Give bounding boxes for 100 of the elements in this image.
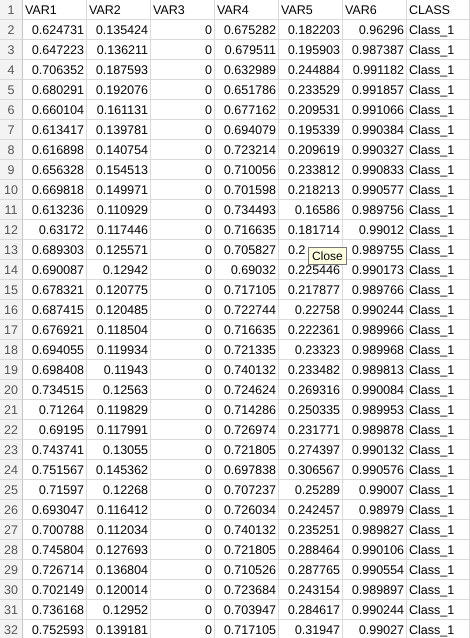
- row-number[interactable]: 8: [0, 140, 23, 160]
- table-cell: 0: [151, 580, 215, 600]
- column-header-cell: VAR4: [215, 0, 279, 20]
- table-cell: 0.99012: [343, 220, 407, 240]
- row-number[interactable]: 12: [0, 220, 23, 240]
- row-number[interactable]: 22: [0, 420, 23, 440]
- table-cell: 0.96296: [343, 20, 407, 40]
- row-number[interactable]: 29: [0, 560, 23, 580]
- table-cell: 0.218213: [279, 180, 343, 200]
- table-cell: 0.736168: [23, 600, 87, 620]
- table-cell: 0: [151, 60, 215, 80]
- row-number[interactable]: 21: [0, 400, 23, 420]
- row-number[interactable]: 20: [0, 380, 23, 400]
- table-cell: 0.181714: [279, 220, 343, 240]
- table-cell: 0.613417: [23, 120, 87, 140]
- row-number[interactable]: 31: [0, 600, 23, 620]
- table-cell: 0.734493: [215, 200, 279, 220]
- row-number[interactable]: 27: [0, 520, 23, 540]
- row-number[interactable]: 2: [0, 20, 23, 40]
- table-cell: Class_1: [407, 620, 470, 638]
- table-cell: 0.135424: [87, 20, 151, 40]
- table-cell: 0: [151, 360, 215, 380]
- table-cell: 0.710526: [215, 560, 279, 580]
- table-cell: 0.12952: [87, 600, 151, 620]
- table-cell: Class_1: [407, 40, 470, 60]
- table-cell: 0: [151, 200, 215, 220]
- table-cell: 0: [151, 460, 215, 480]
- row-number[interactable]: 28: [0, 540, 23, 560]
- table-cell: 0.675282: [215, 20, 279, 40]
- table-cell: 0.702149: [23, 580, 87, 600]
- row-number[interactable]: 24: [0, 460, 23, 480]
- table-cell: 0.989966: [343, 320, 407, 340]
- row-number[interactable]: 4: [0, 60, 23, 80]
- table-cell: 0.707237: [215, 480, 279, 500]
- table-cell: 0.705827: [215, 240, 279, 260]
- table-cell: Class_1: [407, 260, 470, 280]
- row-number[interactable]: 30: [0, 580, 23, 600]
- row-number[interactable]: 14: [0, 260, 23, 280]
- row-number[interactable]: 23: [0, 440, 23, 460]
- table-cell: 0.632989: [215, 60, 279, 80]
- table-cell: 0.23323: [279, 340, 343, 360]
- table-cell: Class_1: [407, 60, 470, 80]
- table-cell: Class_1: [407, 600, 470, 620]
- table-cell: 0: [151, 80, 215, 100]
- row-number[interactable]: 3: [0, 40, 23, 60]
- table-cell: Class_1: [407, 140, 470, 160]
- table-cell: 0.990384: [343, 120, 407, 140]
- table-cell: 0.69195: [23, 420, 87, 440]
- table-cell: 0.231771: [279, 420, 343, 440]
- table-cell: 0.679511: [215, 40, 279, 60]
- column-header-cell: VAR3: [151, 0, 215, 20]
- column-header-cell: VAR1: [23, 0, 87, 20]
- table-cell: 0.660104: [23, 100, 87, 120]
- row-number[interactable]: 25: [0, 480, 23, 500]
- table-cell: 0.250335: [279, 400, 343, 420]
- row-number[interactable]: 7: [0, 120, 23, 140]
- table-cell: Class_1: [407, 460, 470, 480]
- row-number[interactable]: 1: [0, 0, 23, 20]
- table-cell: 0.697838: [215, 460, 279, 480]
- table-cell: Class_1: [407, 160, 470, 180]
- row-number[interactable]: 16: [0, 300, 23, 320]
- table-cell: 0.98979: [343, 500, 407, 520]
- table-cell: 0.209531: [279, 100, 343, 120]
- table-cell: 0.120775: [87, 280, 151, 300]
- table-cell: 0.651786: [215, 80, 279, 100]
- row-number[interactable]: 26: [0, 500, 23, 520]
- row-number[interactable]: 10: [0, 180, 23, 200]
- table-cell: 0.117446: [87, 220, 151, 240]
- table-cell: 0.990554: [343, 560, 407, 580]
- table-cell: 0.703947: [215, 600, 279, 620]
- table-cell: 0.990084: [343, 380, 407, 400]
- table-cell: 0.242457: [279, 500, 343, 520]
- table-cell: Class_1: [407, 520, 470, 540]
- row-number[interactable]: 19: [0, 360, 23, 380]
- table-cell: 0.233482: [279, 360, 343, 380]
- table-cell: 0.624731: [23, 20, 87, 40]
- table-cell: 0.16586: [279, 200, 343, 220]
- table-cell: 0: [151, 140, 215, 160]
- row-number[interactable]: 15: [0, 280, 23, 300]
- table-cell: 0.288464: [279, 540, 343, 560]
- row-number[interactable]: 18: [0, 340, 23, 360]
- table-cell: 0.698408: [23, 360, 87, 380]
- table-cell: 0.12942: [87, 260, 151, 280]
- row-number[interactable]: 32: [0, 620, 23, 638]
- column-header-cell: VAR2: [87, 0, 151, 20]
- row-number[interactable]: 11: [0, 200, 23, 220]
- table-cell: 0.734515: [23, 380, 87, 400]
- table-cell: 0: [151, 160, 215, 180]
- table-cell: 0.127693: [87, 540, 151, 560]
- table-cell: Class_1: [407, 120, 470, 140]
- row-number[interactable]: 9: [0, 160, 23, 180]
- table-cell: 0.989756: [343, 200, 407, 220]
- row-number[interactable]: 5: [0, 80, 23, 100]
- table-cell: 0: [151, 220, 215, 240]
- table-cell: 0.217877: [279, 280, 343, 300]
- table-cell: 0.118504: [87, 320, 151, 340]
- table-cell: 0.694079: [215, 120, 279, 140]
- row-number[interactable]: 13: [0, 240, 23, 260]
- row-number[interactable]: 17: [0, 320, 23, 340]
- row-number[interactable]: 6: [0, 100, 23, 120]
